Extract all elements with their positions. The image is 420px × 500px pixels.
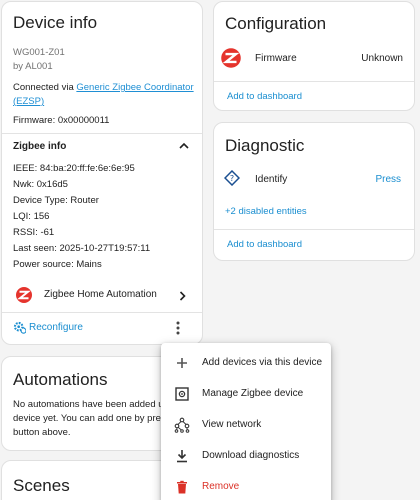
manage-device-icon <box>175 386 189 401</box>
more-vert-icon[interactable] <box>175 321 181 335</box>
integration-label: Zigbee Home Automation <box>44 289 157 300</box>
automations-empty-text-line: No automations have been added usi <box>13 399 171 410</box>
zigbee-power-source: Power source: Mains <box>13 259 102 270</box>
zigbee-lqi: LQI: 156 <box>13 211 50 222</box>
trash-icon <box>177 480 187 493</box>
menu-item-manage-device[interactable]: Manage Zigbee device <box>161 378 331 409</box>
zigbee-info-title: Zigbee info <box>13 141 67 152</box>
chevron-right-icon <box>179 291 186 301</box>
reconfigure-button[interactable]: Reconfigure <box>11 320 91 338</box>
cog-sync-icon <box>13 321 26 334</box>
automations-title: Automations <box>13 370 108 389</box>
divider <box>2 312 202 313</box>
zigbee-logo-icon <box>221 48 241 68</box>
firmware-line: Firmware: 0x00000011 <box>13 115 110 126</box>
device-info-card: Device info WG001-Z01 by AL001 Connected… <box>1 1 203 345</box>
device-manufacturer: by AL001 <box>13 61 53 72</box>
diagnostic-card: Diagnostic ? Identify Press +2 disabled … <box>213 122 415 261</box>
menu-item-view-network[interactable]: View network <box>161 409 331 440</box>
menu-item-label: Add devices via this device <box>202 357 323 368</box>
svg-text:?: ? <box>230 174 234 183</box>
scenes-title: Scenes <box>13 476 70 495</box>
menu-item-add-devices[interactable]: Add devices via this device <box>161 347 331 378</box>
menu-item-label: View network <box>202 419 262 430</box>
configuration-title: Configuration <box>225 14 327 33</box>
configuration-card: Configuration Firmware Unknown Add to da… <box>213 1 415 111</box>
add-to-dashboard-button[interactable]: Add to dashboard <box>227 239 302 250</box>
reconfigure-label: Reconfigure <box>29 322 83 333</box>
firmware-entity-label[interactable]: Firmware <box>255 53 297 64</box>
plus-icon <box>177 357 187 368</box>
coordinator-link-suffix[interactable]: (EZSP) <box>13 96 44 107</box>
help-diamond-icon: ? <box>224 170 240 186</box>
coordinator-link[interactable]: Generic Zigbee Coordinator <box>76 82 193 93</box>
automations-empty-text-line: button above. <box>13 427 71 438</box>
disabled-entities-link[interactable]: +2 disabled entities <box>225 206 307 217</box>
device-info-title: Device info <box>13 13 98 32</box>
zigbee-last-seen: Last seen: 2025-10-27T19:57:11 <box>13 243 151 254</box>
zigbee-rssi: RSSI: -61 <box>13 227 55 238</box>
automations-empty-text-line: device yet. You can add one by pressi <box>13 413 173 424</box>
download-icon <box>177 449 187 462</box>
chevron-up-icon <box>179 142 189 149</box>
network-icon <box>174 417 190 433</box>
device-actions-menu: Add devices via this device Manage Zigbe… <box>161 343 331 500</box>
menu-item-label: Download diagnostics <box>202 450 300 461</box>
connected-via-line: Connected via Generic Zigbee Coordinator <box>13 82 194 93</box>
divider <box>214 81 414 82</box>
menu-item-label: Remove <box>202 481 240 492</box>
firmware-entity-value: Unknown <box>361 53 403 64</box>
connected-via-prefix: Connected via <box>13 82 77 93</box>
integration-row[interactable]: Zigbee Home Automation <box>2 283 202 307</box>
zigbee-nwk: Nwk: 0x16d5 <box>13 179 68 190</box>
divider <box>214 229 414 230</box>
identify-label: Identify <box>255 174 288 185</box>
zigbee-logo-icon <box>16 287 32 303</box>
device-model: WG001-Z01 <box>13 47 65 58</box>
zigbee-device-type: Device Type: Router <box>13 195 99 206</box>
menu-item-download-diagnostics[interactable]: Download diagnostics <box>161 440 331 471</box>
zigbee-ieee: IEEE: 84:ba:20:ff:fe:6e:6e:95 <box>13 163 135 174</box>
menu-item-label: Manage Zigbee device <box>202 388 304 399</box>
identify-press-button[interactable]: Press <box>375 174 401 185</box>
menu-item-remove[interactable]: Remove <box>161 471 331 500</box>
zigbee-info-header[interactable]: Zigbee info <box>2 133 202 159</box>
add-to-dashboard-button[interactable]: Add to dashboard <box>227 91 302 102</box>
diagnostic-title: Diagnostic <box>225 136 305 155</box>
